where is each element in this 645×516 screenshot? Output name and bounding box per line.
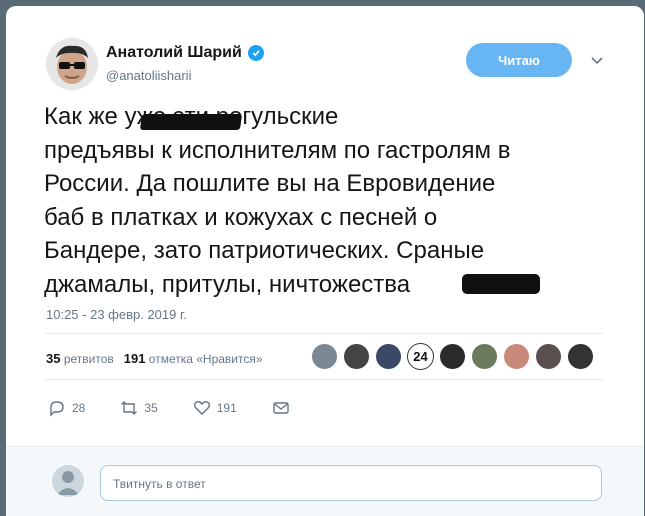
author-name[interactable]: Анатолий Шарий (106, 44, 264, 62)
author-name-text[interactable]: Анатолий Шарий (106, 44, 242, 62)
divider (44, 333, 604, 334)
chevron-down-icon[interactable] (588, 51, 606, 69)
liker-avatar[interactable] (343, 343, 370, 370)
retweets-count[interactable]: 35 (46, 351, 60, 366)
author-avatar[interactable] (46, 38, 98, 90)
liker-avatar[interactable] (375, 343, 402, 370)
reply-count: 28 (72, 401, 86, 415)
heart-icon (193, 401, 210, 415)
like-count: 191 (216, 401, 237, 415)
liker-avatar[interactable] (503, 343, 530, 370)
tweet-card: Анатолий Шарий @anatoliisharii Читаю Как… (6, 6, 644, 516)
likes-stat[interactable]: 191 отметка «Нравится» (124, 351, 263, 366)
tweet-timestamp[interactable]: 10:25 - 23 февр. 2019 г. (46, 307, 187, 322)
redaction-mark (139, 114, 243, 130)
retweets-stat[interactable]: 35 ретвитов (46, 351, 114, 366)
like-action[interactable]: 191 (193, 399, 237, 417)
reply-action[interactable]: 28 (48, 399, 85, 417)
tweet-text: Как же уже эти рогульские предъявы к исп… (44, 103, 511, 298)
direct-message-action[interactable] (272, 399, 290, 417)
author-handle[interactable]: @anatoliisharii (106, 68, 191, 83)
liker-avatar[interactable] (311, 343, 338, 370)
reply-composer: Твитнуть в ответ (6, 446, 644, 516)
likes-label[interactable]: отметка «Нравится» (149, 352, 263, 366)
liker-avatars: 24 (311, 343, 594, 370)
following-button[interactable]: Читаю (466, 43, 572, 77)
liker-avatar[interactable] (439, 343, 466, 370)
retweet-icon (121, 401, 138, 415)
liker-avatar[interactable] (471, 343, 498, 370)
reply-input[interactable]: Твитнуть в ответ (100, 465, 602, 501)
retweets-label[interactable]: ретвитов (64, 352, 114, 366)
divider (44, 379, 604, 380)
liker-avatar[interactable] (567, 343, 594, 370)
liker-avatar[interactable]: 24 (407, 343, 434, 370)
envelope-icon (273, 402, 289, 414)
retweet-action[interactable]: 35 (120, 399, 158, 417)
liker-avatar[interactable] (535, 343, 562, 370)
likes-count[interactable]: 191 (124, 351, 146, 366)
verified-badge-icon (247, 45, 264, 61)
reply-icon (50, 401, 64, 417)
user-avatar (52, 465, 84, 497)
tweet-actions: 28 35 191 (48, 399, 325, 417)
engagement-stats: 35 ретвитов 191 отметка «Нравится» (46, 351, 263, 366)
redaction-mark (462, 274, 540, 294)
retweet-count: 35 (144, 401, 158, 415)
